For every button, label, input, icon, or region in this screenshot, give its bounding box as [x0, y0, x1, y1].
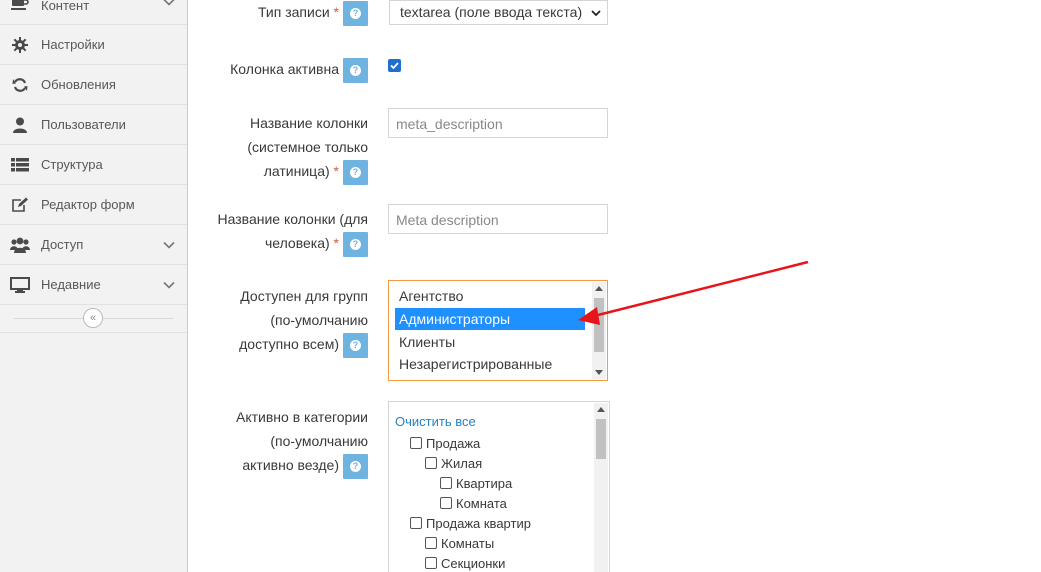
annotation-arrow	[578, 260, 809, 325]
